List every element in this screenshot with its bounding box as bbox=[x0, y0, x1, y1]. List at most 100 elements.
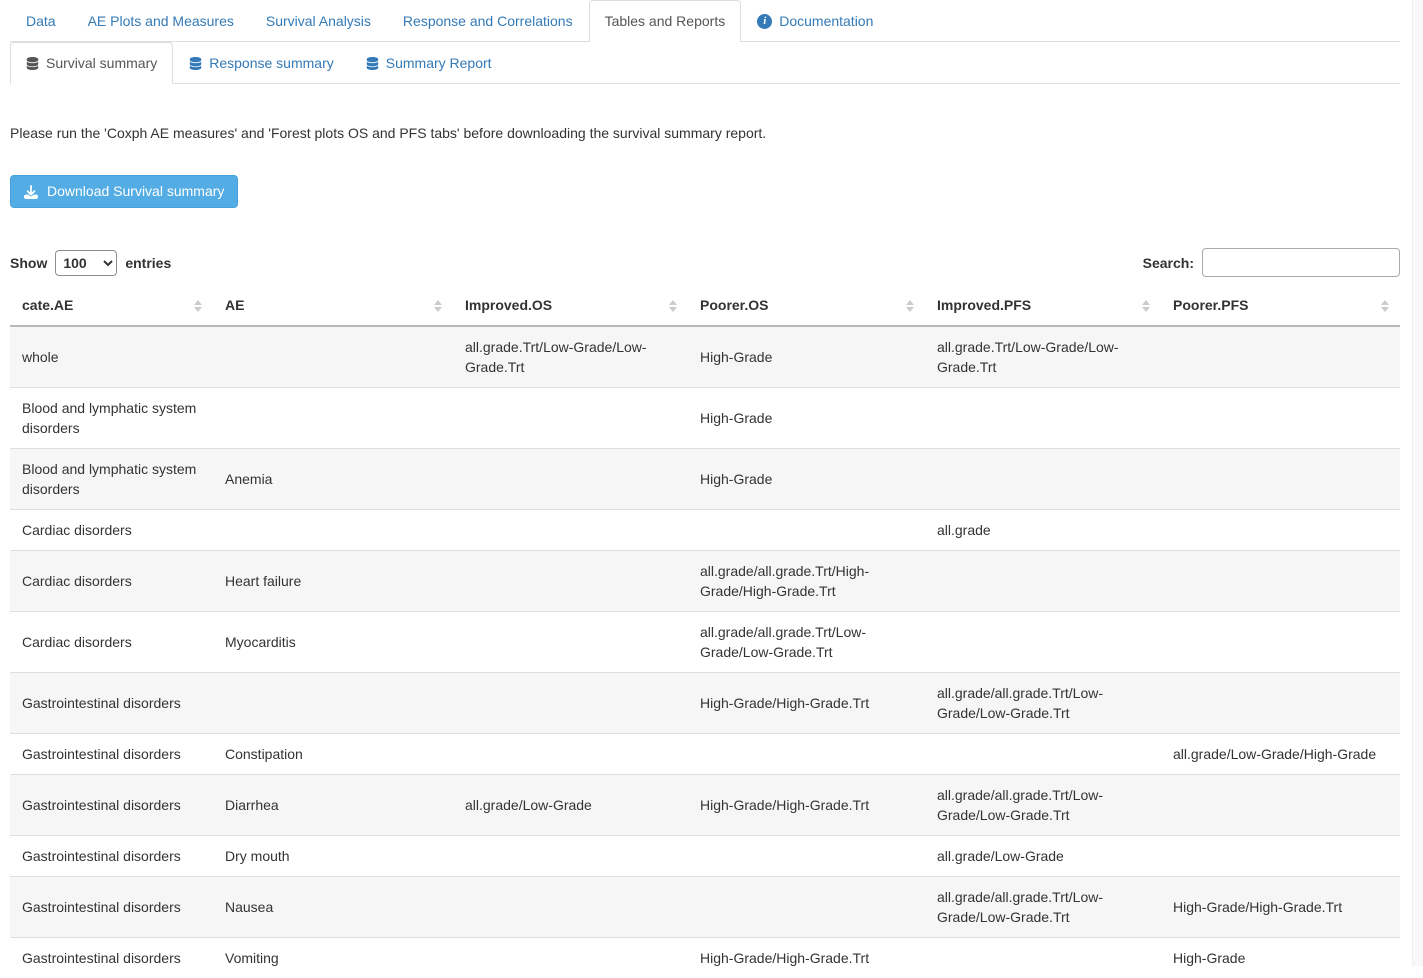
column-header-improved-pfs[interactable]: Improved.PFS bbox=[925, 286, 1161, 326]
table-row: Gastrointestinal disordersNauseaall.grad… bbox=[10, 877, 1400, 938]
tab-label: Survival summary bbox=[46, 53, 157, 73]
table-cell bbox=[1161, 836, 1400, 877]
download-icon bbox=[24, 185, 38, 199]
table-cell bbox=[925, 734, 1161, 775]
subtab-summary-report[interactable]: Summary Report bbox=[350, 42, 508, 84]
table-cell: Vomiting bbox=[213, 938, 453, 978]
table-cell: Cardiac disorders bbox=[10, 612, 213, 673]
table-cell bbox=[1161, 510, 1400, 551]
download-button-row: Download Survival summary bbox=[10, 175, 1400, 208]
table-row: Gastrointestinal disordersVomiting High-G… bbox=[10, 938, 1400, 978]
table-cell bbox=[213, 673, 453, 734]
tab-item: Tables and Reports bbox=[589, 0, 742, 42]
download-survival-summary-button[interactable]: Download Survival summary bbox=[10, 175, 238, 208]
table-cell: High-Grade/High-Grade.Trt bbox=[1161, 877, 1400, 938]
subtab-item: Summary Report bbox=[350, 42, 508, 84]
table-cell: High-Grade/High-Grade.Trt bbox=[688, 938, 925, 978]
table-cell: High-Grade/High-Grade.Trt bbox=[688, 775, 925, 836]
table-cell: all.grade/all.grade.Trt/Low-Grade/Low-Gr… bbox=[925, 673, 1161, 734]
column-header-poorer-os[interactable]: Poorer.OS bbox=[688, 286, 925, 326]
table-cell: Heart failure bbox=[213, 551, 453, 612]
table-cell bbox=[453, 938, 688, 978]
table-cell bbox=[1161, 449, 1400, 510]
table-cell: all.grade/Low-Grade bbox=[925, 836, 1161, 877]
table-row: Gastrointestinal disordersDiarrheaall.gr… bbox=[10, 775, 1400, 836]
tab-label: Data bbox=[26, 11, 56, 31]
table-row: Gastrointestinal disordersConstipational… bbox=[10, 734, 1400, 775]
table-cell: High-Grade bbox=[688, 388, 925, 449]
table-cell bbox=[453, 388, 688, 449]
column-header-label: Poorer.PFS bbox=[1173, 297, 1248, 313]
search-control: Search: bbox=[1143, 248, 1400, 277]
database-icon bbox=[26, 57, 39, 70]
table-cell bbox=[453, 551, 688, 612]
table-controls: Show 100 entries Search: bbox=[10, 248, 1400, 277]
table-cell: whole bbox=[10, 326, 213, 388]
page: Data AE Plots and Measures Survival Analys… bbox=[10, 0, 1400, 978]
page-length-select[interactable]: 100 bbox=[55, 250, 117, 276]
table-cell bbox=[453, 612, 688, 673]
table-cell: all.grade.Trt/Low-Grade/Low-Grade.Trt bbox=[925, 326, 1161, 388]
table-cell bbox=[925, 938, 1161, 978]
column-header-cate-ae[interactable]: cate.AE bbox=[10, 286, 213, 326]
table-cell: all.grade.Trt/Low-Grade/Low-Grade.Trt bbox=[453, 326, 688, 388]
search-label: Search: bbox=[1143, 255, 1194, 271]
table-row: Blood and lymphatic system disordersAnem… bbox=[10, 449, 1400, 510]
table-cell: all.grade/all.grade.Trt/Low-Grade/Low-Gr… bbox=[688, 612, 925, 673]
search-input[interactable] bbox=[1202, 248, 1400, 277]
table-cell bbox=[1161, 388, 1400, 449]
column-header-poorer-pfs[interactable]: Poorer.PFS bbox=[1161, 286, 1400, 326]
table-cell: Nausea bbox=[213, 877, 453, 938]
tab-response-and-correlations[interactable]: Response and Correlations bbox=[387, 0, 589, 42]
vertical-scrollbar[interactable] bbox=[1412, 0, 1423, 966]
table-cell bbox=[1161, 612, 1400, 673]
table-cell: High-Grade bbox=[1161, 938, 1400, 978]
table-cell: Gastrointestinal disorders bbox=[10, 734, 213, 775]
table-cell: High-Grade bbox=[688, 449, 925, 510]
table-cell: Constipation bbox=[213, 734, 453, 775]
table-row: Blood and lymphatic system disordersHigh… bbox=[10, 388, 1400, 449]
table-cell: Gastrointestinal disorders bbox=[10, 673, 213, 734]
subtab-item: Response summary bbox=[173, 42, 350, 84]
table-row: Gastrointestinal disordersDry mouthall.g… bbox=[10, 836, 1400, 877]
tab-item: i Documentation bbox=[741, 0, 889, 42]
table-cell: Gastrointestinal disorders bbox=[10, 938, 213, 978]
tab-label: Response summary bbox=[209, 53, 334, 73]
survival-summary-table: cate.AE AEImproved.OS Poorer.OS Improved.PF… bbox=[10, 286, 1400, 978]
table-cell: Cardiac disorders bbox=[10, 510, 213, 551]
tab-item: Data bbox=[10, 0, 72, 42]
table-cell bbox=[925, 449, 1161, 510]
table-cell: Gastrointestinal disorders bbox=[10, 775, 213, 836]
main-tabs: Data AE Plots and Measures Survival Analys… bbox=[10, 0, 1400, 42]
table-cell bbox=[925, 388, 1161, 449]
tab-tables-and-reports[interactable]: Tables and Reports bbox=[589, 0, 742, 42]
tab-documentation[interactable]: i Documentation bbox=[741, 0, 889, 42]
subtab-survival-summary[interactable]: Survival summary bbox=[10, 42, 173, 84]
tab-data[interactable]: Data bbox=[10, 0, 72, 42]
tab-item: Response and Correlations bbox=[387, 0, 589, 42]
tab-label: Documentation bbox=[779, 11, 873, 31]
tab-survival-analysis[interactable]: Survival Analysis bbox=[250, 0, 387, 42]
column-header-label: Improved.PFS bbox=[937, 297, 1031, 313]
show-label: Show bbox=[10, 255, 47, 271]
table-cell bbox=[925, 551, 1161, 612]
table-cell bbox=[688, 836, 925, 877]
tab-ae-plots-and-measures[interactable]: AE Plots and Measures bbox=[72, 0, 250, 42]
table-cell: all.grade/all.grade.Trt/High-Grade/High-… bbox=[688, 551, 925, 612]
table-cell bbox=[1161, 326, 1400, 388]
column-header-label: cate.AE bbox=[22, 297, 73, 313]
sort-icon bbox=[1381, 300, 1389, 312]
tab-label: AE Plots and Measures bbox=[88, 11, 234, 31]
column-header-label: Poorer.OS bbox=[700, 297, 768, 313]
table-cell bbox=[453, 836, 688, 877]
table-cell: all.grade/Low-Grade bbox=[453, 775, 688, 836]
info-circle-icon: i bbox=[757, 14, 772, 29]
table-row: whole all.grade.Trt/Low-Grade/Low-Grade.T… bbox=[10, 326, 1400, 388]
column-header-improved-os[interactable]: Improved.OS bbox=[453, 286, 688, 326]
tab-label: Survival Analysis bbox=[266, 11, 371, 31]
subtab-response-summary[interactable]: Response summary bbox=[173, 42, 350, 84]
tab-label: Response and Correlations bbox=[403, 11, 573, 31]
tab-label: Tables and Reports bbox=[605, 11, 726, 31]
sort-icon bbox=[906, 300, 914, 312]
column-header-ae[interactable]: AE bbox=[213, 286, 453, 326]
